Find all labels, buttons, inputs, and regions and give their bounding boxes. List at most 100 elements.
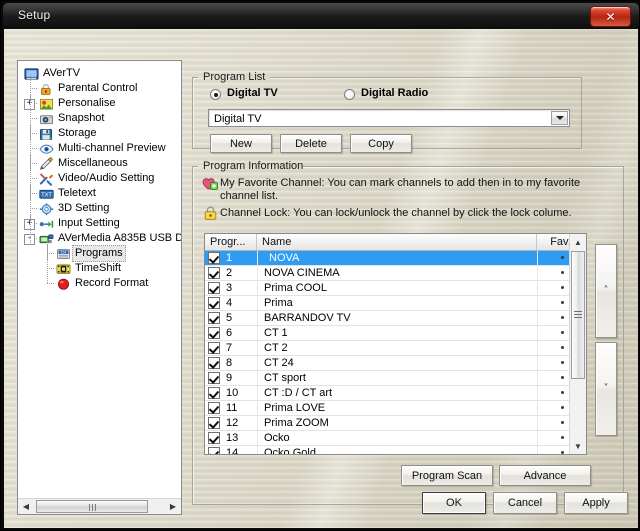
ok-button[interactable]: OK (422, 492, 486, 514)
favorite-heart-icon (202, 178, 218, 190)
tree-item-record-format[interactable]: Record Format (22, 276, 181, 291)
table-row[interactable]: 9 CT sport (205, 371, 586, 386)
tree-item-label: AVerTV (43, 67, 81, 79)
favorite-dot-icon (560, 405, 564, 409)
tree-item-programs[interactable]: CH Programs (22, 245, 181, 262)
program-information-group-title: Program Information (203, 160, 304, 172)
scroll-up-icon[interactable]: ▲ (570, 234, 586, 250)
tree-item-avermedia-a835b-usb-dvb[interactable]: -AVerMedia A835B USB DVB (22, 230, 181, 246)
table-row[interactable]: 8 CT 24 (205, 356, 586, 371)
table-row[interactable]: 10 CT :D / CT art (205, 386, 586, 401)
close-icon: ✕ (605, 9, 616, 24)
window-title: Setup (18, 8, 51, 22)
checkbox-checked-icon (208, 357, 220, 369)
checkbox-checked-icon (208, 312, 220, 324)
tree-item-label: Multi-channel Preview (58, 142, 166, 154)
favorite-dot-icon (560, 270, 564, 274)
program-information-group: Program Information My Favorite Channel:… (192, 160, 624, 505)
apply-button[interactable]: Apply (564, 492, 628, 514)
delete-button-label: Delete (295, 137, 327, 150)
new-button[interactable]: New (210, 134, 272, 153)
move-channel-down-button[interactable]: ˅ (595, 342, 617, 436)
favorite-dot-icon (560, 420, 564, 424)
cancel-button[interactable]: Cancel (493, 492, 557, 514)
column-header-name[interactable]: Name (257, 234, 537, 250)
record-icon (58, 278, 69, 290)
tree-item-timeshift[interactable]: TimeShift (22, 260, 181, 276)
table-row[interactable]: 4 Prima (205, 296, 586, 311)
vertical-scroll-thumb[interactable] (571, 251, 585, 379)
tree-item-storage[interactable]: Storage (22, 125, 181, 141)
table-row[interactable]: 2 NOVA CINEMA (205, 266, 586, 281)
table-row[interactable]: 12 Prima ZOOM (205, 416, 586, 431)
chevron-down-icon[interactable] (551, 111, 568, 125)
tree-item-multi-channel-preview[interactable]: Multi-channel Preview (22, 140, 181, 156)
navigation-tree-panel: AVerTV Parental Control+PersonaliseSnapsh… (17, 60, 182, 515)
tree-item-label: Video/Audio Setting (58, 172, 155, 184)
move-channel-up-button[interactable]: ˄ (595, 244, 617, 338)
teletext-icon: TXT (39, 189, 54, 199)
scroll-down-icon[interactable]: ▼ (570, 438, 586, 454)
channel-enabled-checkbox[interactable] (208, 447, 220, 454)
padlock-icon (41, 84, 51, 95)
favorite-dot-icon (560, 450, 564, 454)
tree-item-label: Personalise (58, 97, 116, 109)
tree-item-label: 3D Setting (58, 202, 110, 214)
title-bar: Setup ✕ (3, 3, 639, 29)
channel-name: CT 24 (264, 357, 294, 369)
lock-icon (204, 206, 217, 220)
favorite-dot-icon (560, 435, 564, 439)
table-row[interactable]: 13 Ocko (205, 431, 586, 446)
checkbox-checked-icon (208, 342, 220, 354)
channel-name: Prima COOL (264, 282, 327, 294)
table-row[interactable]: 5 BARRANDOV TV (205, 311, 586, 326)
close-button[interactable]: ✕ (590, 6, 631, 27)
column-header-program[interactable]: Progr... (205, 234, 257, 250)
client-area: AVerTV Parental Control+PersonaliseSnapsh… (4, 29, 638, 528)
table-row[interactable]: 14 Ocko Gold (205, 446, 586, 454)
tree-item-teletext[interactable]: TXT Teletext (22, 185, 181, 201)
table-row[interactable]: 11 Prima LOVE (205, 401, 586, 416)
tree-node-list: AVerTV Parental Control+PersonaliseSnapsh… (22, 66, 181, 291)
tree-item-input-setting[interactable]: +Input Setting (22, 215, 181, 231)
tree-item-avertv[interactable]: AVerTV (22, 66, 181, 81)
tree-item-3d-setting[interactable]: 3D Setting (22, 200, 181, 216)
checkbox-checked-icon (208, 297, 220, 309)
chevron-down-icon: ˅ (603, 383, 609, 394)
tree-item-personalise[interactable]: +Personalise (22, 95, 181, 111)
tree-item-label: Record Format (75, 277, 149, 289)
tree-item-parental-control[interactable]: Parental Control (22, 80, 181, 96)
svg-text:TXT: TXT (40, 192, 52, 198)
program-list-combobox[interactable]: Digital TV (208, 109, 570, 127)
program-scan-button[interactable]: Program Scan (401, 465, 493, 486)
checkbox-checked-icon (208, 387, 220, 399)
favorite-dot-icon (560, 375, 564, 379)
table-row[interactable]: 1 NOVA (205, 251, 586, 266)
copy-button-label: Copy (368, 137, 394, 150)
scroll-grip-icon (574, 311, 582, 319)
tree-item-snapshot[interactable]: Snapshot (22, 110, 181, 126)
channel-table-scrollbar[interactable]: ▲ ▼ (569, 234, 586, 454)
tree-item-miscellaneous[interactable]: Miscellaneous (22, 155, 181, 171)
copy-button[interactable]: Copy (350, 134, 412, 153)
tree-item-video-audio-setting[interactable]: Video/Audio Setting (22, 170, 181, 186)
favorite-dot-icon (560, 330, 564, 334)
table-row[interactable]: 3 Prima COOL (205, 281, 586, 296)
tree-item-label: Programs (72, 245, 126, 262)
delete-button[interactable]: Delete (280, 134, 342, 153)
radio-digital-tv-label: Digital TV (227, 87, 278, 99)
channel-name: Prima (264, 297, 293, 309)
tree-item-label: Input Setting (58, 217, 120, 229)
gear-icon (39, 203, 54, 216)
radio-digital-radio-label: Digital Radio (361, 87, 429, 99)
favorite-dot-icon (560, 345, 564, 349)
channel-table-container: Progr... Name Fav. 1 NOVA 2 NOVA CINEMA 3 Prima… (204, 233, 587, 455)
table-row[interactable]: 6 CT 1 (205, 326, 586, 341)
ok-label: OK (446, 497, 462, 509)
tree-item-label: Storage (58, 127, 97, 139)
advance-button[interactable]: Advance (499, 465, 591, 486)
table-row[interactable]: 7 CT 2 (205, 341, 586, 356)
channel-number: 12 (226, 417, 239, 429)
channel-number: 2 (226, 267, 233, 279)
channel-name: Ocko Gold (264, 447, 316, 454)
